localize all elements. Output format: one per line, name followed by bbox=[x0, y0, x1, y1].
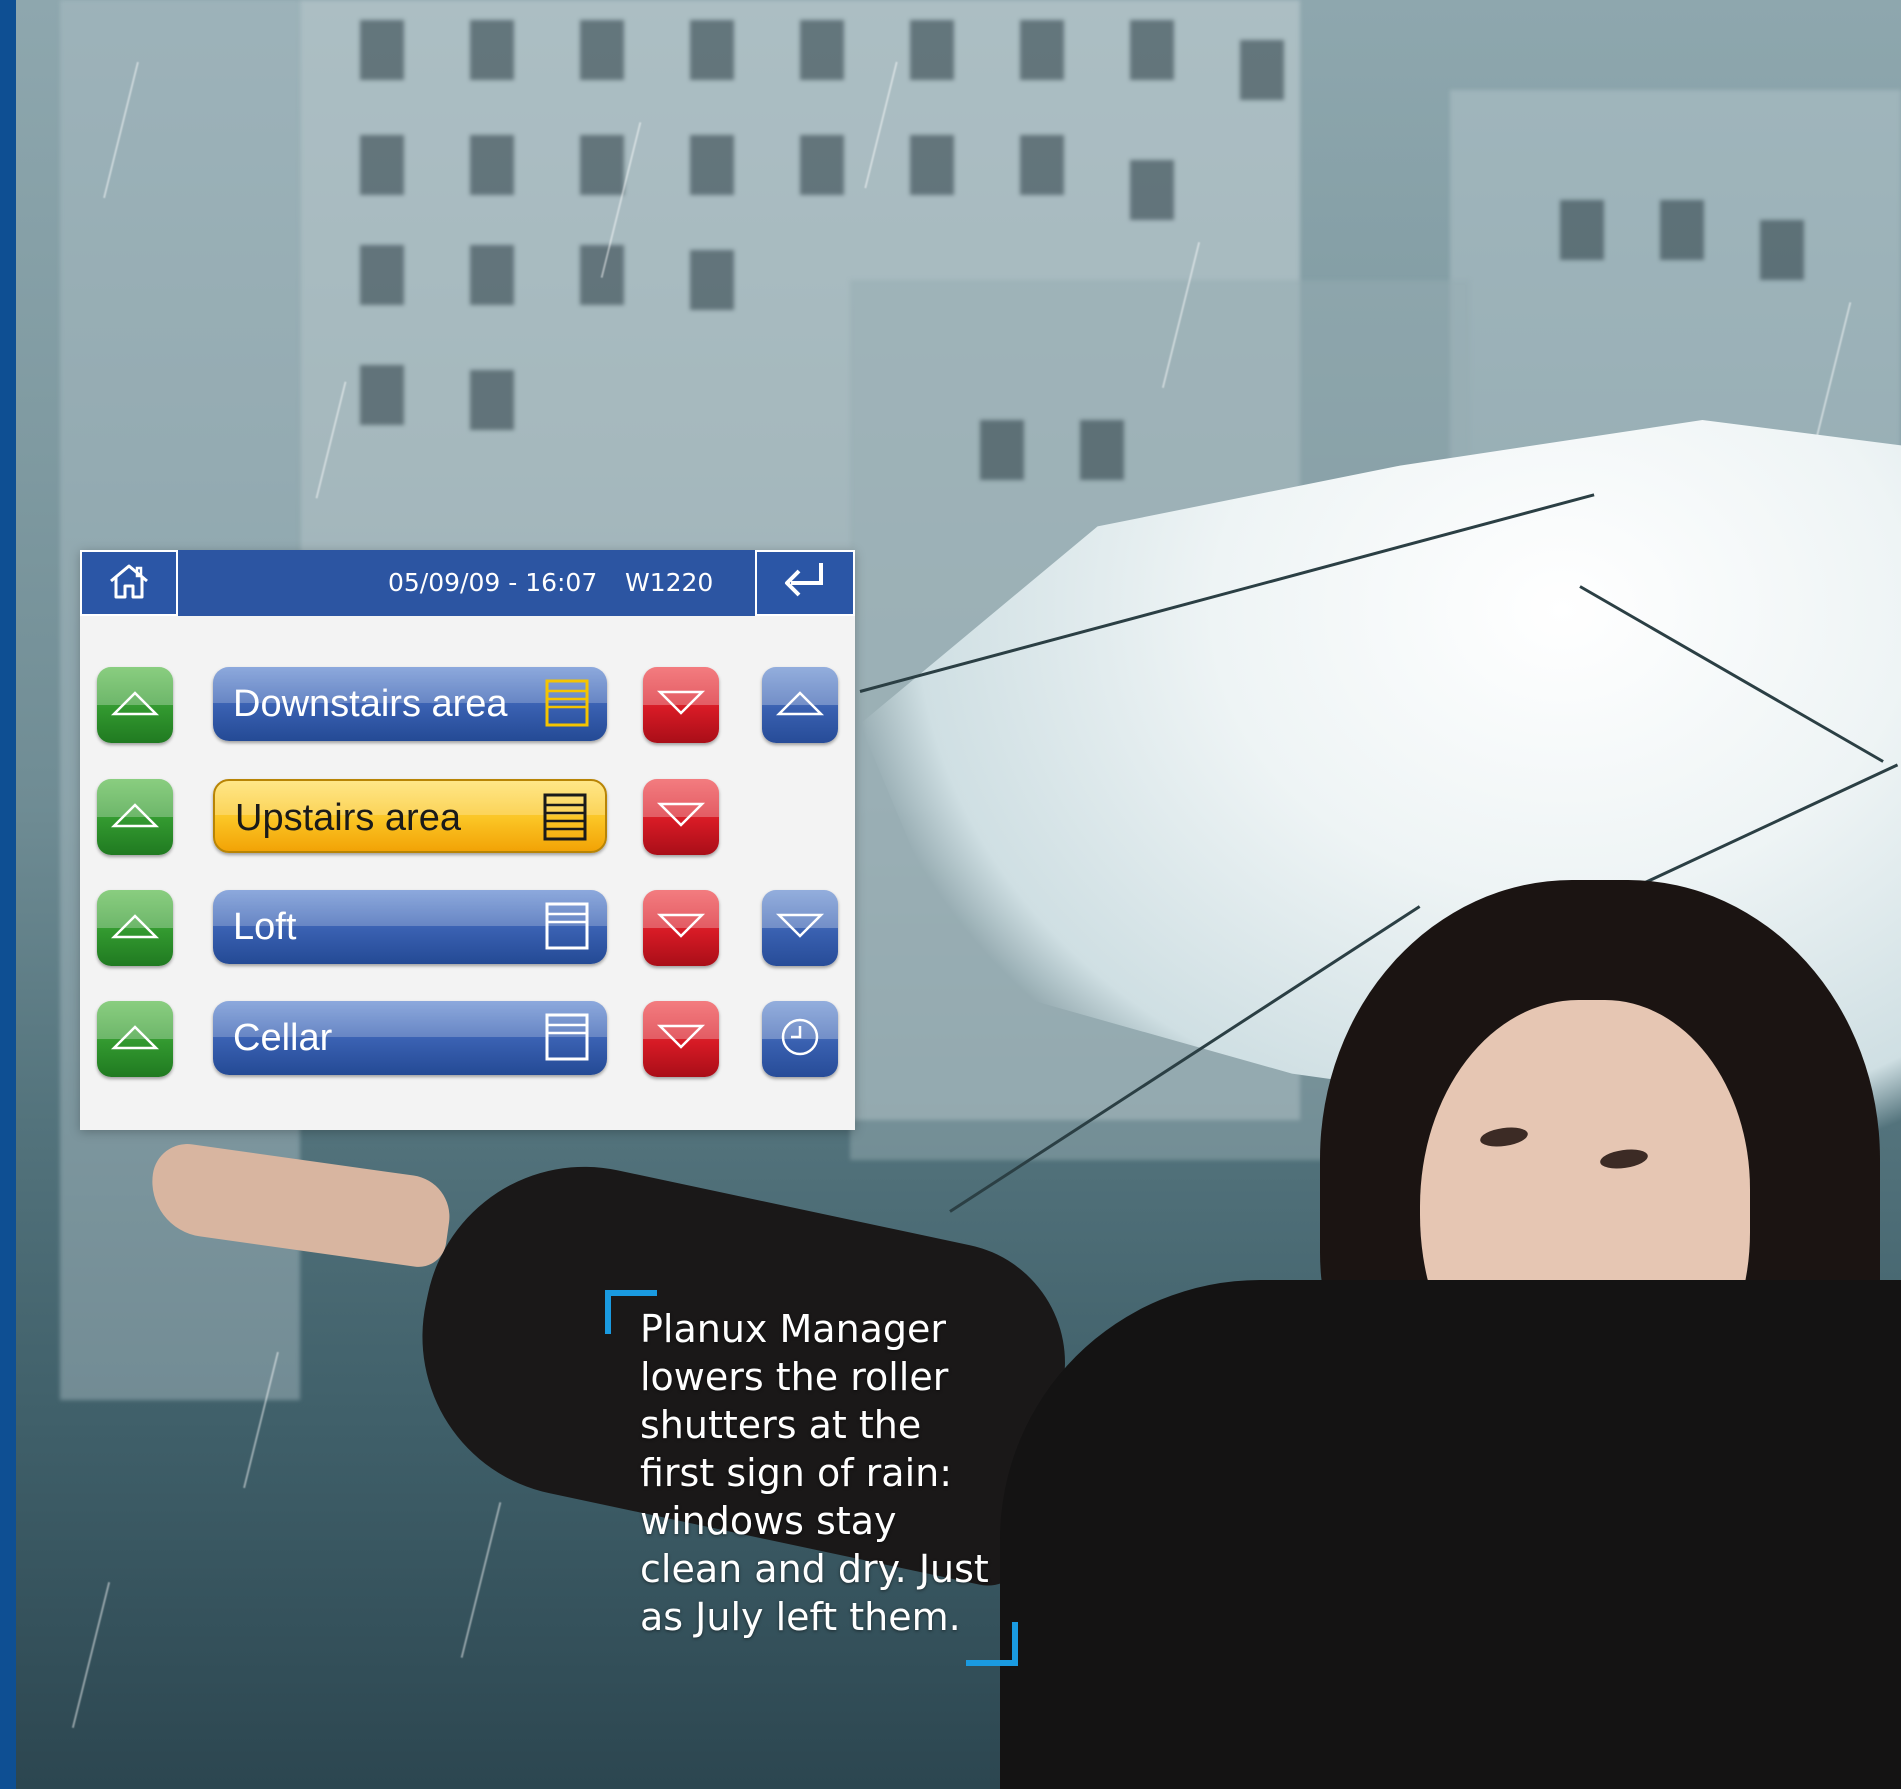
device-code: W1220 bbox=[625, 568, 714, 597]
building-window bbox=[1760, 220, 1804, 280]
zone-downstairs-button[interactable]: Downstairs area bbox=[213, 667, 607, 741]
down-arrow-icon bbox=[656, 800, 706, 834]
upstairs-down-button[interactable] bbox=[643, 779, 719, 855]
zone-upstairs-button[interactable]: Upstairs area bbox=[213, 779, 607, 853]
building-window bbox=[1660, 200, 1704, 260]
building-window bbox=[1020, 135, 1064, 195]
all-down-button[interactable] bbox=[762, 890, 838, 966]
building-window bbox=[470, 370, 514, 430]
blue-up-arrow-icon bbox=[775, 688, 825, 722]
caption-text: Planux Manager lowers the roller shutter… bbox=[640, 1305, 1060, 1641]
building-window bbox=[360, 135, 404, 195]
building-window bbox=[470, 135, 514, 195]
zone-label: Cellar bbox=[233, 1017, 333, 1059]
zone-label: Downstairs area bbox=[233, 683, 508, 725]
shutter-icon bbox=[545, 1013, 589, 1061]
building-window bbox=[580, 20, 624, 80]
up-arrow-icon bbox=[110, 688, 160, 722]
shutter-icon bbox=[545, 902, 589, 950]
datetime-display: 05/09/09 - 16:07 bbox=[388, 568, 598, 597]
left-brand-strip bbox=[0, 0, 16, 1789]
zone-label: Loft bbox=[233, 906, 297, 948]
up-arrow-icon bbox=[110, 1022, 160, 1056]
building-window bbox=[690, 135, 734, 195]
downstairs-up-button[interactable] bbox=[97, 667, 173, 743]
building-window bbox=[1560, 200, 1604, 260]
down-arrow-icon bbox=[656, 688, 706, 722]
zone-loft-button[interactable]: Loft bbox=[213, 890, 607, 964]
building-window bbox=[470, 20, 514, 80]
caption-line: windows stay bbox=[640, 1499, 897, 1543]
loft-down-button[interactable] bbox=[643, 890, 719, 966]
caption-line: clean and dry. Just bbox=[640, 1547, 989, 1591]
down-arrow-icon bbox=[656, 1022, 706, 1056]
building-window bbox=[690, 250, 734, 310]
home-icon bbox=[107, 561, 151, 605]
building-window bbox=[360, 20, 404, 80]
all-up-button[interactable] bbox=[762, 667, 838, 743]
control-panel: 05/09/09 - 16:07 W1220 Downstairs area U… bbox=[80, 550, 855, 1130]
return-arrow-icon bbox=[777, 559, 833, 607]
zone-label: Upstairs area bbox=[235, 797, 461, 839]
zone-cellar-button[interactable]: Cellar bbox=[213, 1001, 607, 1075]
building-window bbox=[470, 245, 514, 305]
building-window bbox=[360, 245, 404, 305]
building-window bbox=[980, 420, 1024, 480]
back-button[interactable] bbox=[755, 550, 855, 616]
cellar-up-button[interactable] bbox=[97, 1001, 173, 1077]
building-window bbox=[360, 365, 404, 425]
upstairs-up-button[interactable] bbox=[97, 779, 173, 855]
caption-bracket-bottom-right bbox=[966, 1622, 1018, 1666]
building-window bbox=[910, 135, 954, 195]
shutter-icon bbox=[543, 793, 587, 841]
shutter-icon bbox=[545, 679, 589, 727]
up-arrow-icon bbox=[110, 800, 160, 834]
caption-line: shutters at the bbox=[640, 1403, 922, 1447]
down-arrow-icon bbox=[656, 911, 706, 945]
blue-down-arrow-icon bbox=[775, 911, 825, 945]
caption-line: first sign of rain: bbox=[640, 1451, 953, 1495]
rain-streak bbox=[460, 1502, 502, 1658]
building-window bbox=[1080, 420, 1124, 480]
building-window bbox=[1130, 160, 1174, 220]
building-window bbox=[800, 135, 844, 195]
timer-button[interactable] bbox=[762, 1001, 838, 1077]
downstairs-down-button[interactable] bbox=[643, 667, 719, 743]
building-window bbox=[1020, 20, 1064, 80]
building-window bbox=[690, 20, 734, 80]
building-window bbox=[910, 20, 954, 80]
building-window bbox=[800, 20, 844, 80]
building-window bbox=[1130, 20, 1174, 80]
up-arrow-icon bbox=[110, 911, 160, 945]
woman-body bbox=[1000, 1280, 1901, 1789]
clock-icon bbox=[779, 1016, 821, 1062]
building-window bbox=[580, 135, 624, 195]
cellar-down-button[interactable] bbox=[643, 1001, 719, 1077]
caption-line: Planux Manager bbox=[640, 1307, 947, 1351]
caption-line: lowers the roller bbox=[640, 1355, 949, 1399]
home-button[interactable] bbox=[80, 550, 178, 616]
building-window bbox=[1240, 40, 1284, 100]
loft-up-button[interactable] bbox=[97, 890, 173, 966]
panel-header: 05/09/09 - 16:07 W1220 bbox=[80, 550, 855, 616]
rain-streak bbox=[71, 1581, 111, 1729]
